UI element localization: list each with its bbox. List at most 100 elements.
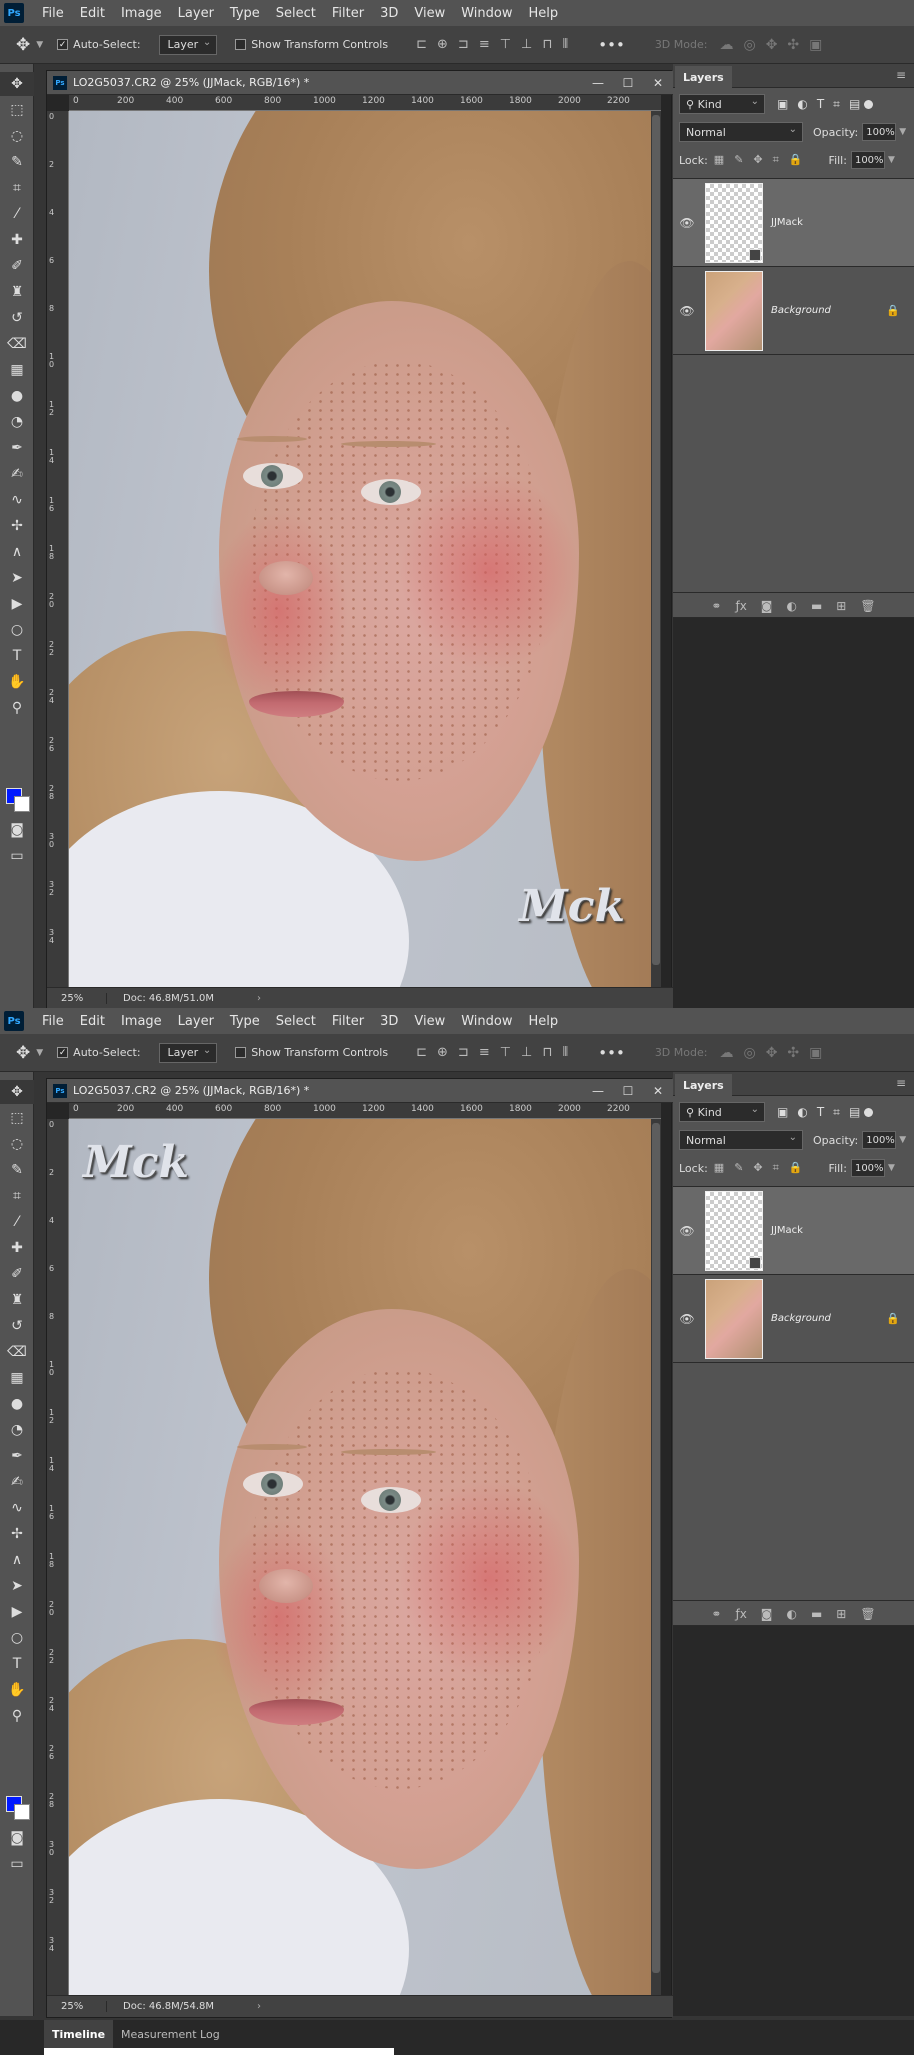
layer-row-background[interactable]: 👁 Background 🔒 <box>673 1275 914 1363</box>
filter-shape-icon[interactable]: ⌗ <box>833 97 840 112</box>
pen-tool-icon[interactable]: ✒ <box>0 1444 34 1468</box>
type-tool-icon[interactable]: T <box>0 1652 34 1676</box>
menu-view[interactable]: View <box>406 6 453 21</box>
distribute-vertical-icon[interactable]: ⦀ <box>563 1045 569 1060</box>
hand-tool-icon[interactable]: ✋ <box>0 670 34 694</box>
blur-tool-icon[interactable]: ● <box>0 384 34 408</box>
menu-layer[interactable]: Layer <box>170 1014 222 1029</box>
screen-mode-icon[interactable]: ▭ <box>0 1852 34 1876</box>
chevron-down-icon[interactable]: ▼ <box>36 40 43 50</box>
document-tab[interactable]: Ps LO2G5037.CR2 @ 25% (JJMack, RGB/16*) … <box>47 71 673 95</box>
background-color-swatch[interactable] <box>14 796 30 812</box>
lasso-tool-icon[interactable]: ◌ <box>0 1132 34 1156</box>
filter-toggle-icon[interactable] <box>864 1107 874 1117</box>
align-right-icon[interactable]: ⊐ <box>458 1045 469 1060</box>
timeline-tab[interactable]: Timeline <box>44 2020 114 2048</box>
direct-selection-tool-icon[interactable]: ▶ <box>0 592 34 616</box>
blend-mode-dropdown[interactable]: Normal <box>679 122 803 142</box>
dodge-tool-icon[interactable]: ◔ <box>0 1418 34 1442</box>
quick-mask-icon[interactable]: ◙ <box>0 1826 34 1850</box>
marquee-tool-icon[interactable]: ⬚ <box>0 98 34 122</box>
menu-filter[interactable]: Filter <box>324 6 372 21</box>
adjustment-layer-icon[interactable]: ◐ <box>786 599 796 613</box>
convert-point-tool-icon[interactable]: ∧ <box>0 1548 34 1572</box>
menu-file[interactable]: File <box>34 6 72 21</box>
menu-edit[interactable]: Edit <box>72 1014 113 1029</box>
quick-select-tool-icon[interactable]: ✎ <box>0 1158 34 1182</box>
eye-icon[interactable]: 👁 <box>673 1312 701 1326</box>
screen-mode-icon[interactable]: ▭ <box>0 844 34 868</box>
zoom-level[interactable]: 25% <box>47 993 107 1004</box>
trash-icon[interactable]: 🗑 <box>860 599 875 613</box>
path-selection-tool-icon[interactable]: ➤ <box>0 1574 34 1598</box>
close-icon[interactable]: ✕ <box>643 76 673 90</box>
3d-orbit-icon[interactable]: ☁ <box>719 1045 733 1061</box>
spot-healing-tool-icon[interactable]: ✚ <box>0 228 34 252</box>
freeform-pen-tool-icon[interactable]: ✍ <box>0 1470 34 1494</box>
chevron-down-icon[interactable]: ▼ <box>899 1135 906 1145</box>
show-transform-checkbox[interactable] <box>235 1047 247 1058</box>
layers-tab[interactable]: Layers <box>675 1074 732 1096</box>
history-brush-tool-icon[interactable]: ↺ <box>0 306 34 330</box>
menu-view[interactable]: View <box>406 1014 453 1029</box>
layer-row-background[interactable]: 👁 Background 🔒 <box>673 267 914 355</box>
quick-mask-icon[interactable]: ◙ <box>0 818 34 842</box>
menu-type[interactable]: Type <box>222 6 268 21</box>
lock-position-icon[interactable]: ✥ <box>753 153 762 167</box>
align-top-icon[interactable]: ⊤ <box>500 37 511 52</box>
image-canvas[interactable]: Mck <box>69 111 651 987</box>
crop-tool-icon[interactable]: ⌗ <box>0 176 34 200</box>
menu-file[interactable]: File <box>34 1014 72 1029</box>
zoom-level[interactable]: 25% <box>47 2001 107 2012</box>
history-brush-tool-icon[interactable]: ↺ <box>0 1314 34 1338</box>
menu-filter[interactable]: Filter <box>324 1014 372 1029</box>
align-center-icon[interactable]: ⊕ <box>437 37 448 52</box>
3d-orbit-icon[interactable]: ☁ <box>719 37 733 53</box>
align-bottom-icon[interactable]: ⊓ <box>542 1045 552 1060</box>
maximize-icon[interactable]: ☐ <box>613 76 643 90</box>
scrollbar-thumb[interactable] <box>652 1123 660 1973</box>
spot-healing-tool-icon[interactable]: ✚ <box>0 1236 34 1260</box>
menu-window[interactable]: Window <box>453 1014 520 1029</box>
convert-point-tool-icon[interactable]: ∧ <box>0 540 34 564</box>
add-anchor-tool-icon[interactable]: ✢ <box>0 514 34 538</box>
zoom-tool-icon[interactable]: ⚲ <box>0 696 34 720</box>
chevron-down-icon[interactable]: ▼ <box>888 155 895 165</box>
filter-pixel-icon[interactable]: ▣ <box>777 1105 788 1120</box>
vertical-scrollbar[interactable] <box>651 111 661 987</box>
direct-selection-tool-icon[interactable]: ▶ <box>0 1600 34 1624</box>
brush-tool-icon[interactable]: ✐ <box>0 254 34 278</box>
align-center-icon[interactable]: ⊕ <box>437 1045 448 1060</box>
layer-mask-icon[interactable]: ◙ <box>761 1607 773 1621</box>
move-tool-preset-icon[interactable]: ✥ <box>16 1043 30 1063</box>
filter-adjustment-icon[interactable]: ◐ <box>797 1105 807 1120</box>
chevron-down-icon[interactable]: ▼ <box>899 127 906 137</box>
new-group-icon[interactable]: ▬ <box>811 599 822 613</box>
vertical-scrollbar[interactable] <box>651 1119 661 1995</box>
layer-kind-filter[interactable]: ⚲ Kind <box>679 1102 765 1122</box>
align-bottom-icon[interactable]: ⊓ <box>542 37 552 52</box>
filter-adjustment-icon[interactable]: ◐ <box>797 97 807 112</box>
ellipse-tool-icon[interactable]: ○ <box>0 1626 34 1650</box>
minimize-icon[interactable]: — <box>583 1084 613 1098</box>
brush-tool-icon[interactable]: ✐ <box>0 1262 34 1286</box>
eraser-tool-icon[interactable]: ⌫ <box>0 332 34 356</box>
lock-pixels-icon[interactable]: ✎ <box>734 153 743 167</box>
eyedropper-tool-icon[interactable]: ⁄ <box>0 1210 34 1234</box>
adjustment-layer-icon[interactable]: ◐ <box>786 1607 796 1621</box>
gradient-tool-icon[interactable]: ▦ <box>0 358 34 382</box>
panel-menu-icon[interactable]: ≡ <box>896 68 906 82</box>
blend-mode-dropdown[interactable]: Normal <box>679 1130 803 1150</box>
pen-tool-icon[interactable]: ✒ <box>0 436 34 460</box>
move-tool-icon[interactable]: ✥ <box>0 72 34 96</box>
filter-pixel-icon[interactable]: ▣ <box>777 97 788 112</box>
align-top-icon[interactable]: ⊤ <box>500 1045 511 1060</box>
auto-select-checkbox[interactable]: ✓ <box>57 39 69 50</box>
document-tab[interactable]: Ps LO2G5037.CR2 @ 25% (JJMack, RGB/16*) … <box>47 1079 673 1103</box>
align-right-icon[interactable]: ⊐ <box>458 37 469 52</box>
opacity-input[interactable]: 100% <box>862 123 897 141</box>
lock-artboard-icon[interactable]: ⌗ <box>773 153 779 167</box>
move-tool-preset-icon[interactable]: ✥ <box>16 35 30 55</box>
3d-pan-icon[interactable]: ✥ <box>766 37 778 53</box>
3d-slide-icon[interactable]: ✣ <box>787 1045 799 1061</box>
